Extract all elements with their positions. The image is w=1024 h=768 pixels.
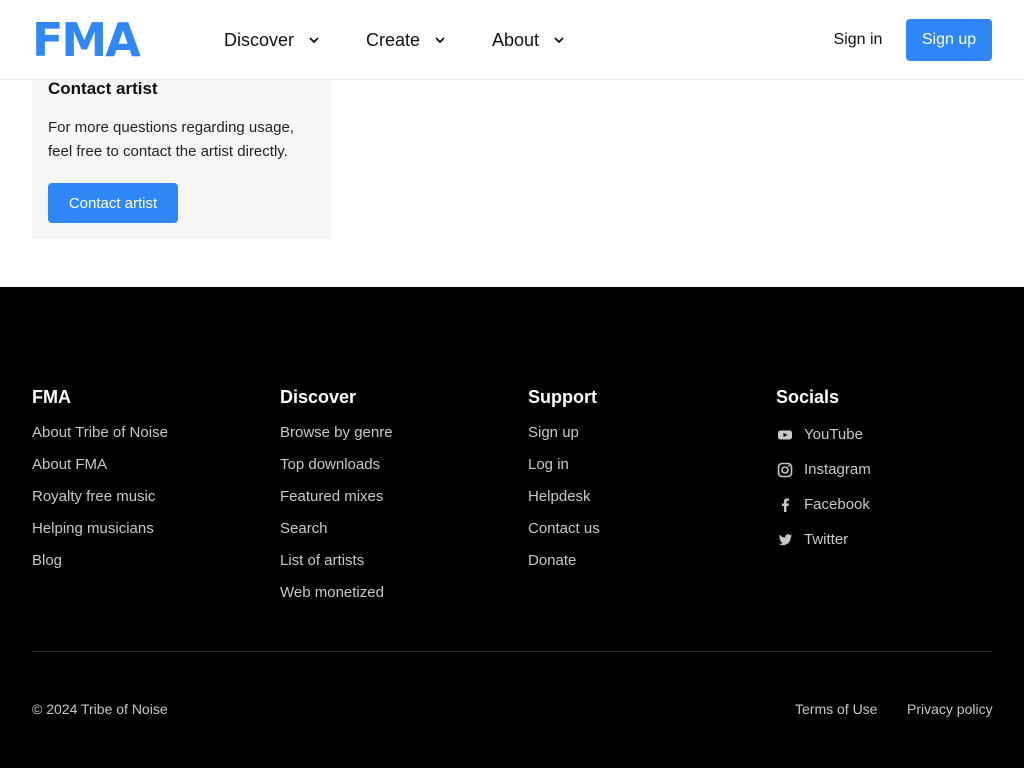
twitter-icon [776,531,794,549]
footer-divider [32,651,992,652]
social-label-youtube: YouTube [804,426,863,443]
nav-about-label[interactable]: About [492,26,539,54]
facebook-icon [776,496,794,514]
footer-link-top-downloads[interactable]: Top downloads [280,449,393,481]
footer-column-socials: Socials YouTube Instagram Facebook Twitt… [776,385,871,557]
terms-of-use-link[interactable]: Terms of Use [795,701,877,717]
footer-link-helping-musicians[interactable]: Helping musicians [32,513,168,545]
footer-link-donate[interactable]: Donate [528,545,600,577]
fma-logo[interactable]: FMA [32,13,160,67]
privacy-policy-link[interactable]: Privacy policy [907,701,993,717]
footer-link-about-tribe-of-noise[interactable]: About Tribe of Noise [32,417,168,449]
footer-link-list-of-artists[interactable]: List of artists [280,545,393,577]
youtube-icon [776,426,794,444]
nav-about[interactable]: About [492,26,573,54]
nav-discover[interactable]: Discover [224,26,328,54]
chevron-down-icon[interactable] [300,26,328,54]
logo-text: FMA [32,13,141,67]
sign-in-button[interactable]: Sign in [816,19,900,61]
nav-create-label[interactable]: Create [366,26,420,54]
footer-heading-discover: Discover [280,387,357,407]
social-link-facebook[interactable]: Facebook [776,487,871,522]
social-label-instagram: Instagram [804,461,871,478]
social-label-facebook: Facebook [804,496,870,513]
footer-column-support: Support Sign up Log in Helpdesk Contact … [528,385,600,577]
footer-heading-support: Support [528,387,597,407]
footer-link-search[interactable]: Search [280,513,393,545]
footer-link-browse-by-genre[interactable]: Browse by genre [280,417,393,449]
footer-link-about-fma[interactable]: About FMA [32,449,168,481]
footer-heading-fma: FMA [32,387,71,407]
contact-artist-title: Contact artist [48,79,158,98]
contact-artist-card: Contact artist For more questions regard… [32,80,331,239]
nav-create[interactable]: Create [366,26,454,54]
footer-link-log-in[interactable]: Log in [528,449,600,481]
footer-column-discover: Discover Browse by genre Top downloads F… [280,385,393,609]
footer-link-web-monetized[interactable]: Web monetized [280,577,393,609]
footer-heading-socials: Socials [776,387,840,407]
site-header: FMA Discover Create About Sign in Sign u… [0,0,1024,80]
sign-up-button[interactable]: Sign up [906,19,992,61]
footer-link-blog[interactable]: Blog [32,545,168,577]
copyright-text: © 2024 Tribe of Noise [32,701,168,717]
instagram-icon [776,461,794,479]
footer-link-contact-us[interactable]: Contact us [528,513,600,545]
footer-link-helpdesk[interactable]: Helpdesk [528,481,600,513]
social-link-youtube[interactable]: YouTube [776,417,871,452]
footer-link-sign-up[interactable]: Sign up [528,417,600,449]
footer-link-featured-mixes[interactable]: Featured mixes [280,481,393,513]
social-link-twitter[interactable]: Twitter [776,522,871,557]
site-footer: FMA About Tribe of Noise About FMA Royal… [0,287,1024,768]
chevron-down-icon[interactable] [545,26,573,54]
contact-artist-button[interactable]: Contact artist [48,183,178,223]
footer-link-royalty-free-music[interactable]: Royalty free music [32,481,168,513]
contact-artist-text: For more questions regarding usage, feel… [48,119,294,160]
social-label-twitter: Twitter [804,531,849,548]
nav-discover-label[interactable]: Discover [224,26,294,54]
social-link-instagram[interactable]: Instagram [776,452,871,487]
chevron-down-icon[interactable] [426,26,454,54]
footer-column-fma: FMA About Tribe of Noise About FMA Royal… [32,385,168,577]
